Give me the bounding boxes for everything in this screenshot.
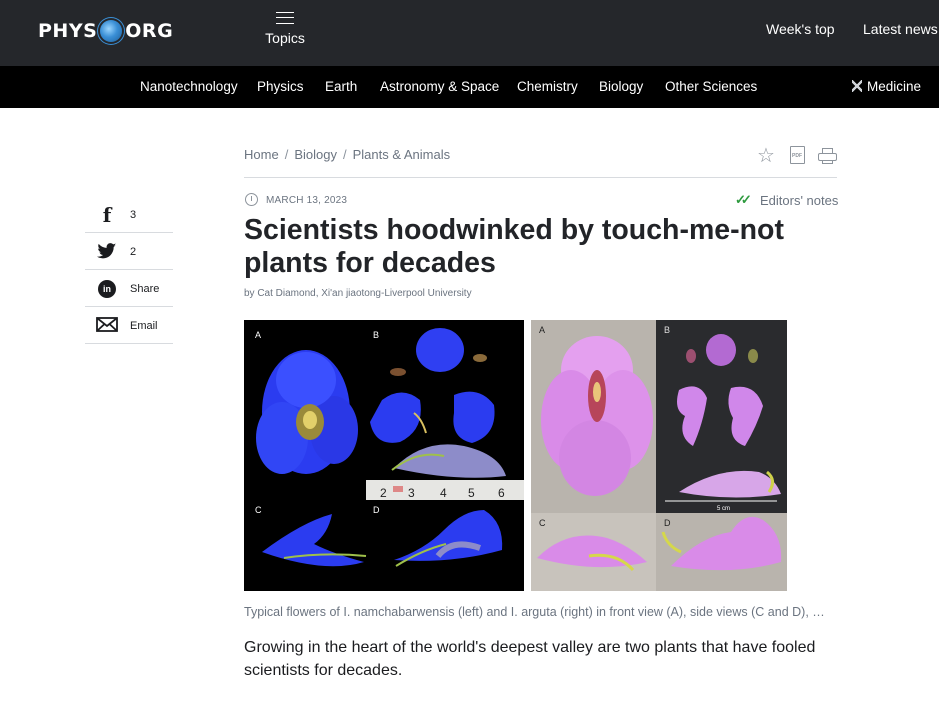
figure-panel-left: 2 3 4 5 6 A B C D [244,320,524,591]
clock-icon [245,193,258,206]
email-share-label: Email [130,320,158,332]
print-icon[interactable] [818,148,837,164]
site-header: PHYS ORG Topics Week's top Latest news [0,0,939,66]
article-date: MARCH 13, 2023 [266,195,348,206]
share-twitter[interactable]: 2 [85,233,173,270]
ruler: 2 3 4 5 6 [366,480,524,500]
editors-notes-link[interactable]: Editors' notes [760,193,838,208]
svg-text:B: B [373,330,379,340]
svg-text:D: D [664,518,671,528]
email-icon [96,317,118,335]
article-lead-paragraph: Growing in the heart of the world's deep… [244,639,816,679]
logo-text-right: ORG [125,20,174,42]
pdf-icon[interactable] [790,146,805,164]
share-linkedin[interactable]: in Share [85,270,173,307]
svg-text:A: A [539,325,545,335]
topics-menu-button[interactable]: Topics [265,10,305,46]
svg-text:B: B [664,325,670,335]
svg-text:3: 3 [408,486,415,500]
hamburger-icon [276,12,294,24]
facebook-count: 3 [130,209,137,221]
print-body-shape [818,153,837,161]
svg-text:5 cm: 5 cm [717,506,730,512]
category-nav: Nanotechnology Physics Earth Astronomy &… [0,66,939,108]
breadcrumb-separator: / [342,147,347,162]
nav-item-physics[interactable]: Physics [257,79,304,94]
breadcrumb-plants-animals[interactable]: Plants & Animals [353,147,451,162]
logo-text-left: PHYS [38,20,98,42]
svg-text:D: D [373,505,380,515]
breadcrumb-separator: / [284,147,289,162]
share-email[interactable]: Email [85,307,173,344]
breadcrumb-home[interactable]: Home [244,147,279,162]
article-byline: by Cat Diamond, Xi'an jiaotong-Liverpool… [244,288,472,299]
globe-icon [100,20,123,42]
svg-text:4: 4 [440,486,447,500]
svg-text:6: 6 [498,486,505,500]
nav-item-astronomy-space[interactable]: Astronomy & Space [380,79,499,94]
weeks-top-link[interactable]: Week's top [766,21,835,37]
nav-item-other-sciences[interactable]: Other Sciences [665,79,757,94]
linkedin-icon: in [96,280,118,298]
nav-item-earth[interactable]: Earth [325,79,357,94]
latest-news-link[interactable]: Latest news [863,21,938,37]
figure-caption: Typical flowers of I. namchabarwensis (l… [244,605,825,619]
double-check-icon: ✓✓ [735,192,752,207]
facebook-icon: f [102,203,112,227]
dna-icon [852,80,862,92]
breadcrumb-biology[interactable]: Biology [294,147,337,162]
bookmark-star-icon[interactable]: ☆ [757,146,775,166]
share-facebook[interactable]: f 3 [85,196,173,233]
linkedin-share-label: Share [130,283,160,295]
svg-text:C: C [255,505,262,515]
share-column: f 3 2 in Share Email [85,196,173,344]
svg-text:A: A [255,330,261,340]
article-figure[interactable]: 2 3 4 5 6 A B C D 5 cm A B C D [244,320,787,591]
breadcrumb-divider [244,177,837,178]
svg-text:C: C [539,518,546,528]
breadcrumb: Home / Biology / Plants & Animals [244,147,450,162]
topics-label: Topics [265,30,305,46]
article-title: Scientists hoodwinked by touch-me-not pl… [244,214,784,279]
nav-item-biology[interactable]: Biology [599,79,643,94]
twitter-count: 2 [130,246,137,258]
nav-item-medicine[interactable]: Medicine [852,79,921,94]
figure-panel-right: 5 cm A B C D [531,320,787,591]
nav-item-medicine-label: Medicine [867,79,922,94]
twitter-icon [96,243,118,261]
svg-text:2: 2 [380,486,387,500]
svg-text:5: 5 [468,486,475,500]
nav-item-nanotechnology[interactable]: Nanotechnology [140,79,238,94]
nav-item-chemistry[interactable]: Chemistry [517,79,578,94]
site-logo[interactable]: PHYS ORG [38,16,173,46]
